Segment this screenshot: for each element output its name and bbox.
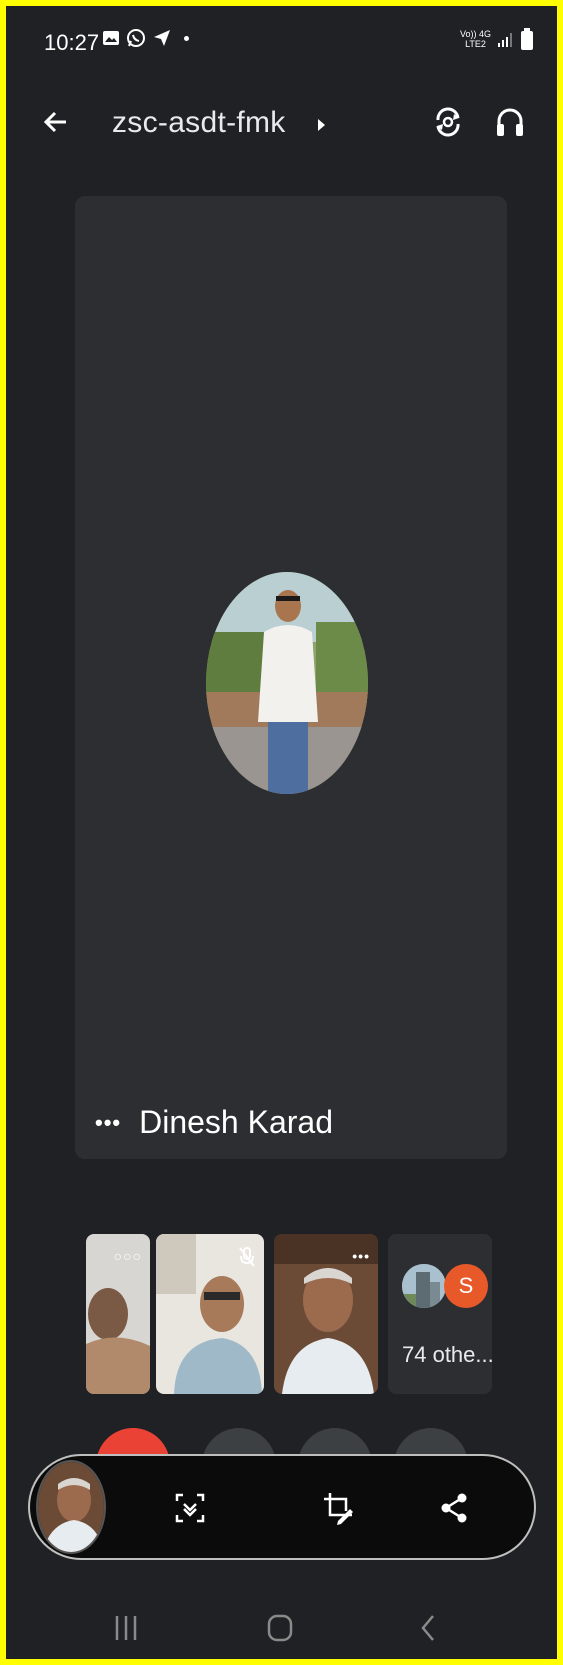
status-notification-icons (102, 28, 189, 48)
status-time: 10:27 (44, 30, 100, 55)
screenshot-toolbar (28, 1454, 536, 1560)
flip-camera-icon (436, 107, 460, 137)
more-options-icon[interactable]: ••• (352, 1248, 370, 1264)
back-button[interactable] (36, 102, 76, 142)
screenshot-preview[interactable] (36, 1460, 106, 1554)
recents-button[interactable] (104, 1610, 148, 1646)
share-button[interactable] (430, 1484, 478, 1532)
other-initial-avatar: S (444, 1264, 488, 1308)
profile-photo (206, 572, 368, 794)
signal-icon (498, 33, 512, 47)
more-options-icon[interactable]: ○○○ (114, 1248, 142, 1264)
whatsapp-icon (127, 29, 145, 47)
participant-thumb-2[interactable] (156, 1234, 264, 1394)
participant-name: Dinesh Karad (139, 1104, 333, 1140)
other-avatar (402, 1264, 446, 1308)
sim-label: LTE2 (465, 39, 486, 49)
scroll-capture-button[interactable] (166, 1484, 214, 1532)
participant-name-row: ••• Dinesh Karad (95, 1104, 333, 1141)
home-button[interactable] (258, 1610, 302, 1646)
headphones-icon (497, 108, 523, 136)
meet-screen: 10:27 Vo)) 4G LTE2 zsc-asdt-fmk ••• Dine… (6, 6, 557, 1659)
more-options-button[interactable]: ••• (95, 1110, 121, 1136)
arrow-back-icon (43, 111, 66, 133)
crop-edit-icon (324, 1493, 353, 1525)
status-bar: 10:27 Vo)) 4G LTE2 (6, 6, 557, 76)
mic-off-icon (239, 1247, 255, 1267)
participant-thumb-1[interactable]: ○○○ (86, 1234, 150, 1394)
home-icon (267, 1614, 293, 1642)
meeting-app-bar: zsc-asdt-fmk (6, 94, 557, 154)
back-icon (421, 1615, 434, 1641)
battery-icon (521, 28, 533, 50)
switch-camera-button[interactable] (428, 102, 468, 142)
share-icon (441, 1493, 467, 1523)
main-participant-tile[interactable]: ••• Dinesh Karad (75, 196, 507, 1159)
notification-dot-icon (184, 35, 189, 41)
network-indicator: Vo)) 4G LTE2 (460, 29, 491, 49)
telegram-icon (154, 30, 170, 46)
building-photo (402, 1264, 446, 1308)
audio-output-button[interactable] (490, 102, 530, 142)
participant-avatar (206, 572, 368, 794)
crop-edit-button[interactable] (314, 1484, 362, 1532)
gallery-icon (103, 31, 119, 45)
meeting-code[interactable]: zsc-asdt-fmk (112, 106, 286, 140)
nav-back-button[interactable] (406, 1610, 450, 1646)
others-count-label: 74 othe... (402, 1342, 492, 1367)
scroll-capture-icon (175, 1493, 205, 1523)
network-type: Vo)) 4G (459, 29, 491, 39)
recents-icon (115, 1616, 137, 1640)
participant-thumb-3[interactable]: ••• (274, 1234, 378, 1394)
screenshot-thumbnail (38, 1462, 104, 1552)
caret-right-icon[interactable] (317, 118, 327, 132)
others-tile[interactable]: S 74 othe... (388, 1234, 492, 1394)
status-system-icons: Vo)) 4G LTE2 (460, 28, 533, 50)
system-nav-bar (6, 1598, 557, 1658)
